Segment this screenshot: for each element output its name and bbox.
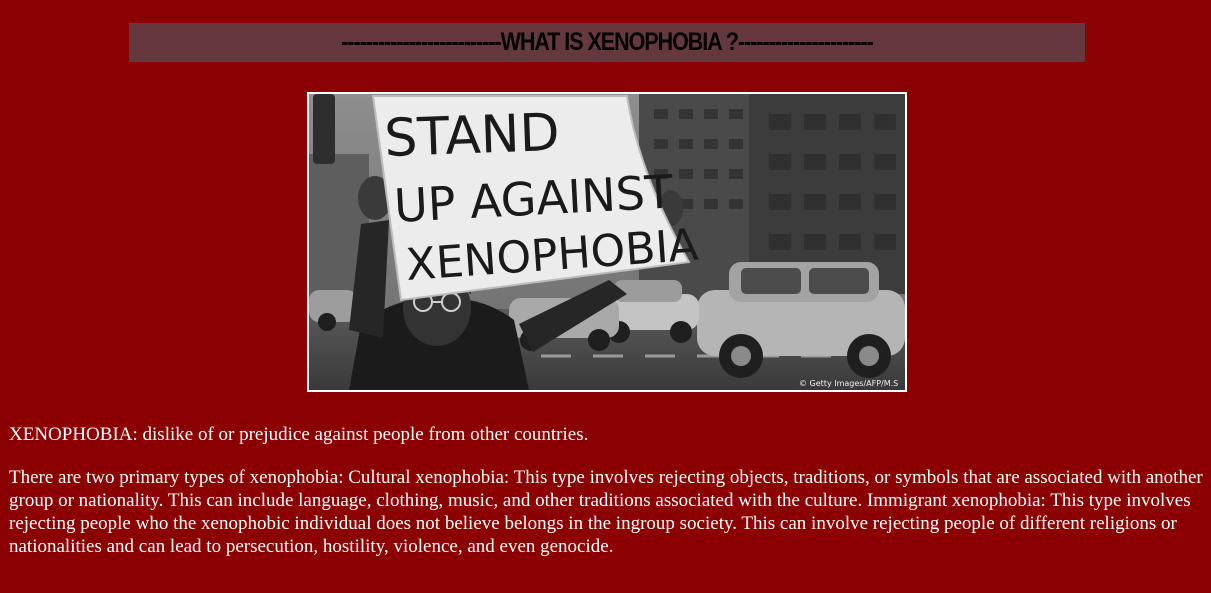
sign-line-1: STAND [383, 103, 560, 169]
title-bar: --------------------------WHAT IS XENOPH… [129, 23, 1085, 62]
types-paragraph: There are two primary types of xenophobi… [9, 467, 1203, 557]
photo-credit: © Getty Images/AFP/M.S [799, 379, 898, 388]
protest-photo: STAND UP AGAINST XENOPHOBIA © Getty Imag… [307, 92, 907, 392]
definition-text: XENOPHOBIA: dislike of or prejudice agai… [9, 424, 589, 445]
page-title: --------------------------WHAT IS XENOPH… [341, 28, 874, 56]
protest-photo-illustration: STAND UP AGAINST XENOPHOBIA © Getty Imag… [309, 94, 905, 390]
